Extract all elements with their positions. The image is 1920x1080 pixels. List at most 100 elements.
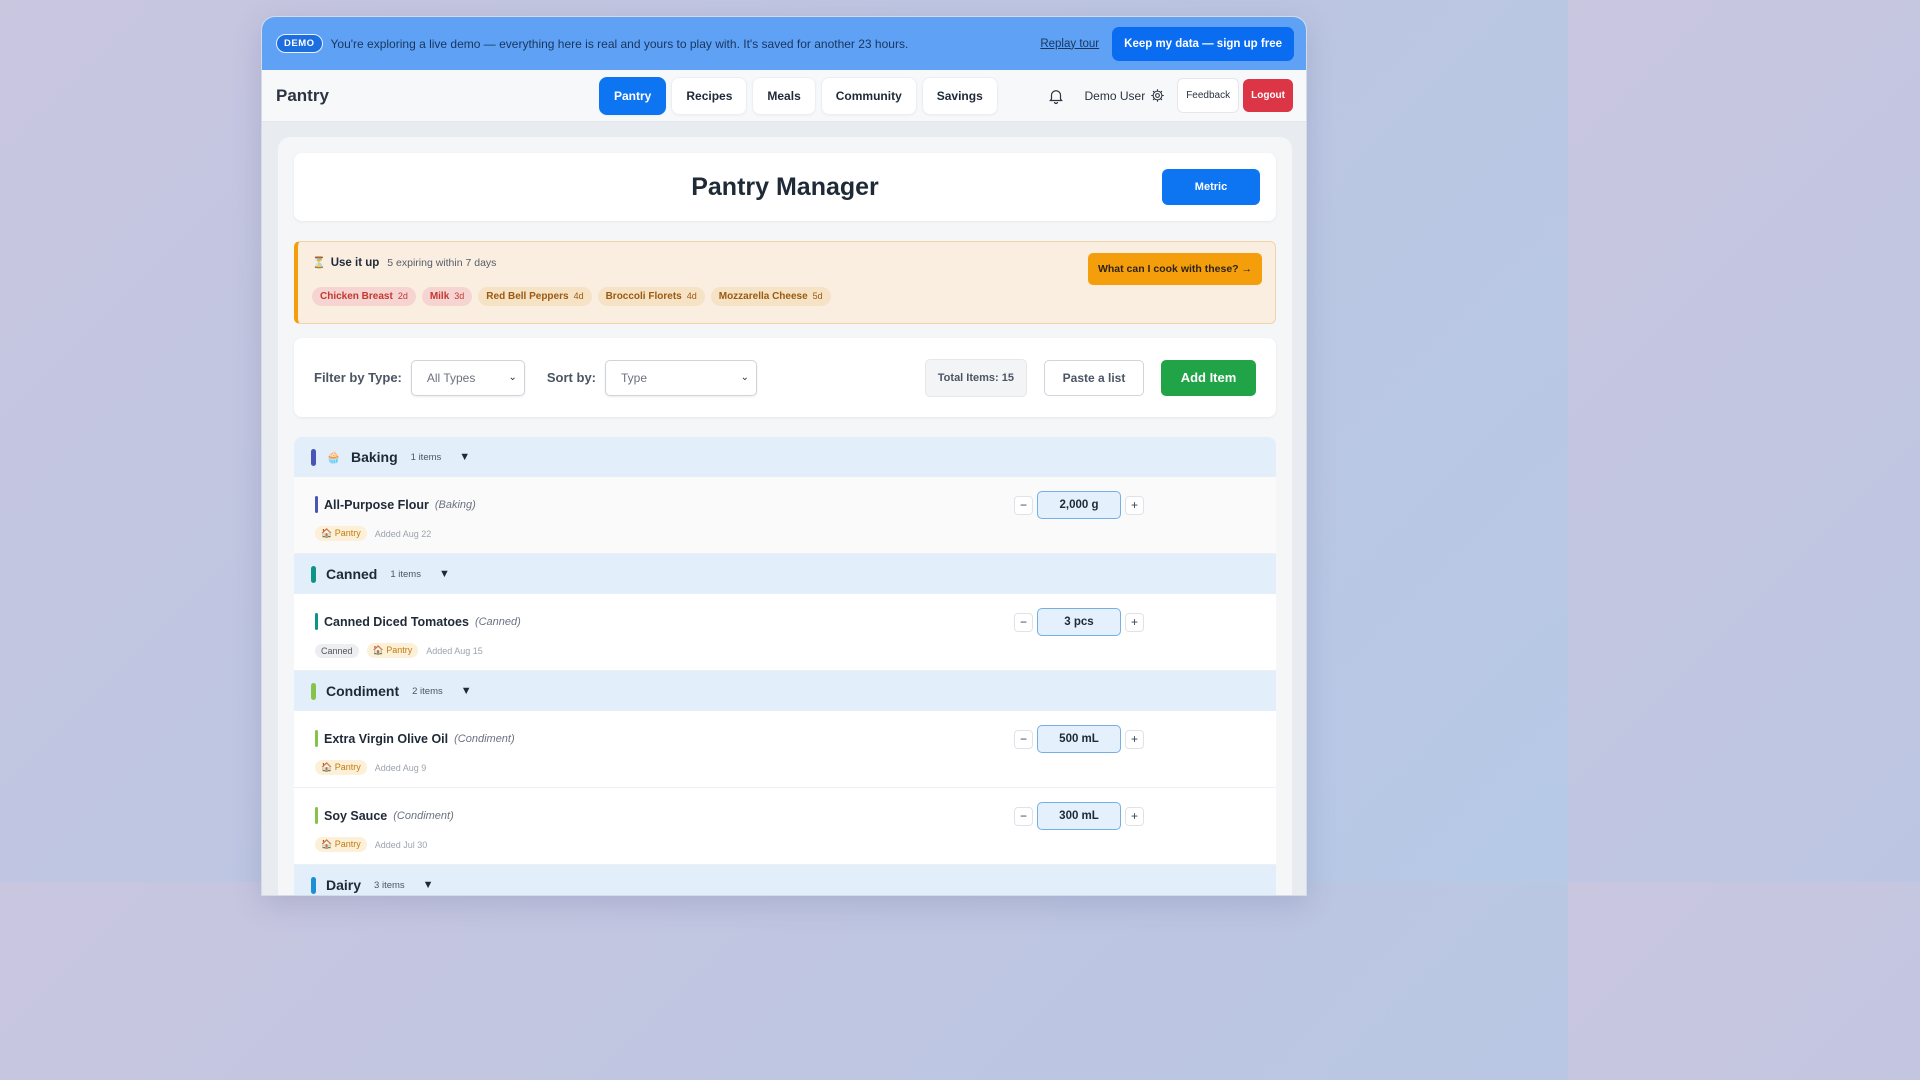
group-color-bar bbox=[311, 682, 316, 700]
main-panel: Pantry Manager Metric ⏳ Use it up 5 expi… bbox=[278, 137, 1292, 895]
use-it-up-panel: ⏳ Use it up 5 expiring within 7 days Wha… bbox=[294, 241, 1276, 324]
group-name: Dairy bbox=[326, 877, 362, 893]
location-tag: 🏠 Pantry bbox=[315, 526, 367, 541]
expiring-chip[interactable]: Broccoli Florets 4d bbox=[597, 287, 705, 306]
item-name: All-Purpose Flour bbox=[324, 497, 429, 512]
page-title: Pantry Manager bbox=[691, 172, 879, 201]
caret-down-icon[interactable]: ▼ bbox=[423, 879, 434, 891]
top-nav: Pantry Pantry Recipes Meals Community Sa… bbox=[262, 70, 1306, 122]
group-name: Baking bbox=[350, 449, 398, 465]
decrement-button[interactable]: − bbox=[1014, 729, 1033, 749]
increment-button[interactable]: + bbox=[1125, 806, 1144, 826]
filter-bar: Filter by Type: All Types ⌄ Sort by: Type… bbox=[294, 338, 1276, 417]
group-header-dairy[interactable]: Dairy 3 items ▼ bbox=[294, 865, 1276, 895]
tab-recipes[interactable]: Recipes bbox=[671, 76, 748, 115]
caret-down-icon[interactable]: ▼ bbox=[459, 451, 470, 463]
chevron-down-icon: ⌄ bbox=[508, 372, 517, 383]
item-type: (Baking) bbox=[434, 498, 476, 511]
units-toggle-button[interactable]: Metric bbox=[1162, 169, 1260, 205]
demo-badge: DEMO bbox=[276, 34, 323, 53]
quantity-stepper: − 300 mL + bbox=[1014, 802, 1144, 830]
filter-label: Filter by Type: bbox=[314, 370, 402, 385]
category-tag: Canned bbox=[315, 643, 359, 658]
list-item[interactable]: Extra Virgin Olive Oil (Condiment) 🏠 Pan… bbox=[294, 711, 1276, 788]
item-color-bar bbox=[315, 807, 318, 824]
logout-button[interactable]: Logout bbox=[1243, 79, 1293, 112]
page-header: Pantry Manager Metric bbox=[294, 153, 1276, 221]
user-name: Demo User bbox=[1084, 88, 1146, 103]
sort-select[interactable]: Type ⌄ bbox=[605, 359, 758, 396]
item-name: Extra Virgin Olive Oil bbox=[324, 731, 449, 746]
group-count: 1 items bbox=[390, 568, 421, 580]
brand-logo[interactable]: Pantry bbox=[276, 86, 599, 106]
gear-icon[interactable] bbox=[1150, 88, 1165, 103]
increment-button[interactable]: + bbox=[1125, 495, 1144, 515]
quantity-field[interactable]: 500 mL bbox=[1037, 725, 1121, 753]
item-type: (Condiment) bbox=[454, 732, 515, 745]
quantity-stepper: − 2,000 g + bbox=[1014, 491, 1144, 519]
tab-meals[interactable]: Meals bbox=[752, 76, 816, 115]
signup-button[interactable]: Keep my data — sign up free bbox=[1112, 26, 1294, 61]
quantity-field[interactable]: 2,000 g bbox=[1037, 491, 1121, 519]
expiring-chips: Chicken Breast 2d Milk 3d Red Bell Peppers… bbox=[312, 287, 1262, 306]
item-name: Canned Diced Tomatoes bbox=[324, 614, 469, 629]
expiring-chip[interactable]: Milk 3d bbox=[421, 287, 473, 306]
pantry-list: 🧁 Baking 1 items ▼ All-Purpose Flour (Ba… bbox=[294, 437, 1276, 895]
use-it-up-title: Use it up bbox=[330, 256, 380, 269]
chevron-down-icon: ⌄ bbox=[740, 372, 750, 383]
decrement-button[interactable]: − bbox=[1014, 495, 1033, 515]
item-type: (Condiment) bbox=[393, 809, 454, 822]
quantity-field[interactable]: 300 mL bbox=[1037, 802, 1121, 830]
paste-list-button[interactable]: Paste a list bbox=[1044, 359, 1144, 396]
tab-pantry[interactable]: Pantry bbox=[599, 76, 667, 115]
group-name: Condiment bbox=[326, 683, 400, 699]
app-window: DEMO You're exploring a live demo — ever… bbox=[261, 16, 1307, 896]
demo-message: You're exploring a live demo — everythin… bbox=[330, 36, 909, 51]
caret-down-icon[interactable]: ▼ bbox=[439, 568, 450, 580]
item-color-bar bbox=[315, 496, 318, 513]
bell-icon[interactable] bbox=[1047, 87, 1065, 105]
list-item[interactable]: Soy Sauce (Condiment) 🏠 Pantry Added Jul… bbox=[294, 788, 1276, 865]
feedback-button[interactable]: Feedback bbox=[1177, 78, 1240, 113]
replay-tour-link[interactable]: Replay tour bbox=[1040, 38, 1099, 50]
tab-savings[interactable]: Savings bbox=[921, 76, 998, 115]
caret-down-icon[interactable]: ▼ bbox=[461, 685, 472, 697]
decrement-button[interactable]: − bbox=[1014, 806, 1033, 826]
group-color-bar bbox=[311, 448, 316, 466]
group-count: 2 items bbox=[412, 685, 443, 697]
group-header-canned[interactable]: Canned 1 items ▼ bbox=[294, 554, 1276, 594]
added-date: Added Jul 30 bbox=[374, 839, 428, 850]
expiring-chip[interactable]: Mozzarella Cheese 5d bbox=[710, 287, 831, 306]
item-color-bar bbox=[315, 730, 318, 747]
tab-community[interactable]: Community bbox=[820, 76, 917, 115]
cook-suggestions-button[interactable]: What can I cook with these? → bbox=[1087, 253, 1262, 285]
user-menu[interactable]: Demo User bbox=[1085, 88, 1166, 103]
list-item[interactable]: Canned Diced Tomatoes (Canned) Canned 🏠 … bbox=[294, 594, 1276, 671]
group-color-bar bbox=[311, 876, 316, 894]
group-color-bar bbox=[311, 565, 316, 583]
use-it-up-subtitle: 5 expiring within 7 days bbox=[387, 256, 497, 269]
added-date: Added Aug 15 bbox=[426, 645, 483, 656]
group-header-baking[interactable]: 🧁 Baking 1 items ▼ bbox=[294, 437, 1276, 477]
increment-button[interactable]: + bbox=[1125, 612, 1144, 632]
decrement-button[interactable]: − bbox=[1014, 612, 1033, 632]
increment-button[interactable]: + bbox=[1125, 729, 1144, 749]
location-tag: 🏠 Pantry bbox=[315, 760, 367, 775]
type-filter-select[interactable]: All Types ⌄ bbox=[410, 359, 525, 396]
quantity-field[interactable]: 3 pcs bbox=[1037, 608, 1121, 636]
group-count: 1 items bbox=[410, 451, 442, 463]
nav-right: Demo User Feedback Logout bbox=[1047, 78, 1293, 113]
list-item[interactable]: All-Purpose Flour (Baking) 🏠 Pantry Adde… bbox=[294, 477, 1276, 554]
nav-tabs: Pantry Recipes Meals Community Savings bbox=[599, 76, 998, 115]
group-header-condiment[interactable]: Condiment 2 items ▼ bbox=[294, 671, 1276, 711]
item-color-bar bbox=[315, 613, 318, 630]
demo-banner: DEMO You're exploring a live demo — ever… bbox=[262, 17, 1306, 70]
added-date: Added Aug 9 bbox=[374, 762, 427, 773]
group-name: Canned bbox=[326, 566, 378, 582]
add-item-button[interactable]: Add Item bbox=[1161, 359, 1256, 396]
location-tag: 🏠 Pantry bbox=[366, 643, 419, 658]
expiring-chip[interactable]: Chicken Breast 2d bbox=[312, 287, 416, 306]
cupcake-icon: 🧁 bbox=[326, 450, 341, 464]
group-count: 3 items bbox=[374, 879, 405, 891]
expiring-chip[interactable]: Red Bell Peppers 4d bbox=[478, 287, 592, 306]
